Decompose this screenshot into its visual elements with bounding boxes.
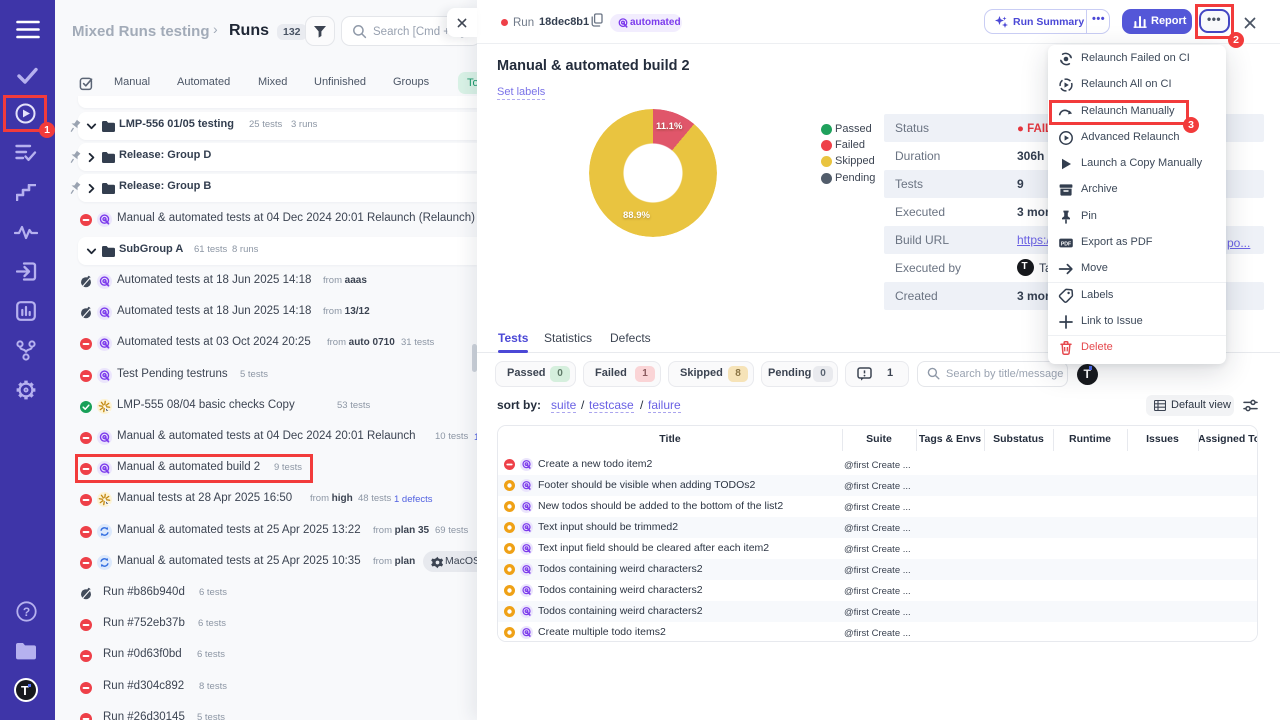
svg-text:PDF: PDF — [1061, 242, 1071, 248]
svg-text:?: ? — [23, 605, 30, 619]
